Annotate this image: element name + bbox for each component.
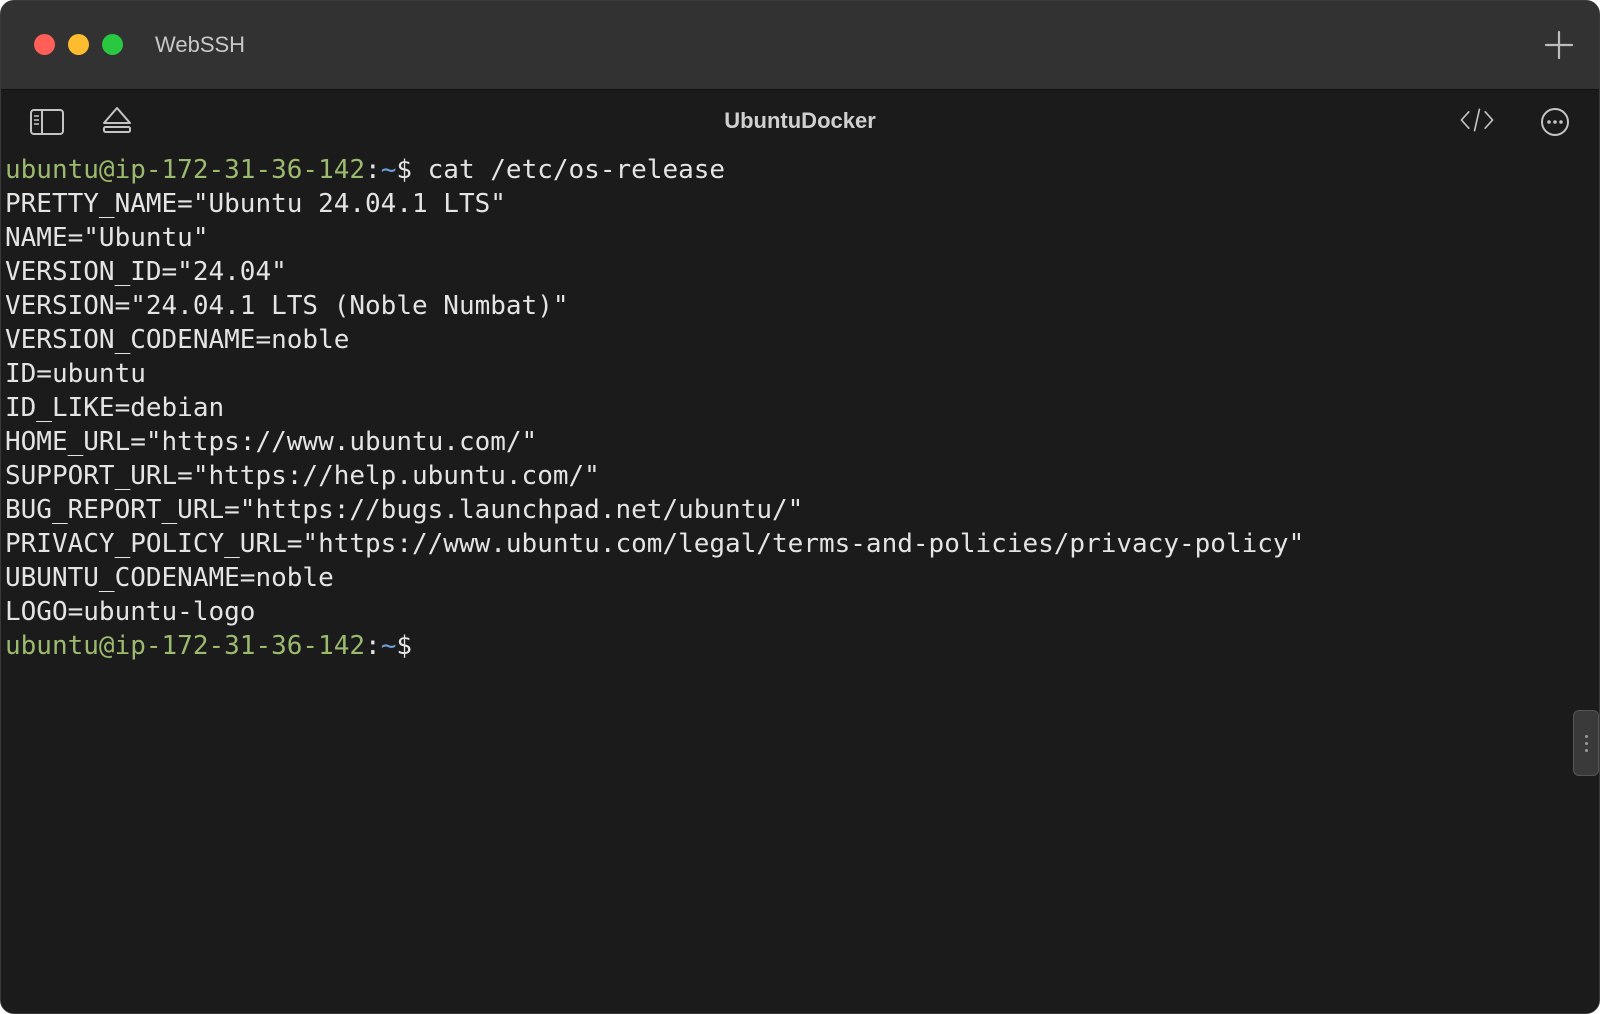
side-panel-handle[interactable] (1573, 710, 1599, 776)
prompt-user-host: ubuntu@ip-172-31-36-142 (5, 631, 366, 661)
output-line: UBUNTU_CODENAME=noble (5, 563, 334, 593)
prompt-line: ubuntu@ip-172-31-36-142:~$ (5, 629, 412, 663)
prompt-user-host: ubuntu@ip-172-31-36-142 (5, 155, 366, 185)
command-text: cat /etc/os-release (412, 155, 726, 185)
plus-icon (1544, 30, 1574, 60)
minimize-window-button[interactable] (68, 34, 89, 55)
output-line: HOME_URL="https://www.ubuntu.com/" (5, 427, 538, 457)
output-line: ID_LIKE=debian (5, 393, 225, 423)
output-line: VERSION_ID="24.04" (5, 257, 287, 287)
output-line: VERSION_CODENAME=noble (5, 325, 350, 355)
prompt-line: ubuntu@ip-172-31-36-142:~$ cat /etc/os-r… (5, 153, 725, 187)
prompt-colon: : (365, 155, 381, 185)
output-line: LOGO=ubuntu-logo (5, 597, 256, 627)
host-title: UbuntuDocker (724, 108, 876, 133)
prompt-symbol: $ (396, 155, 412, 185)
close-window-button[interactable] (34, 34, 55, 55)
prompt-path: ~ (380, 631, 397, 661)
output-line: VERSION="24.04.1 LTS (Noble Numbat)" (5, 291, 569, 321)
toolbar: UbuntuDocker (1, 90, 1599, 154)
new-tab-button[interactable] (1543, 29, 1575, 61)
more-icon (1541, 108, 1569, 136)
output-line: PRIVACY_POLICY_URL="https://www.ubuntu.c… (5, 529, 1305, 559)
prompt-path: ~ (380, 155, 397, 185)
handle-dot (1585, 749, 1588, 752)
maximize-window-button[interactable] (102, 34, 123, 55)
code-icon (1460, 108, 1494, 132)
output-line: PRETTY_NAME="Ubuntu 24.04.1 LTS" (5, 189, 506, 219)
output-line: ID=ubuntu (5, 359, 146, 389)
window-title: WebSSH (155, 32, 246, 57)
output-line: BUG_REPORT_URL="https://bugs.launchpad.n… (5, 495, 804, 525)
output-line: SUPPORT_URL="https://help.ubuntu.com/" (5, 461, 600, 491)
app-window: WebSSH UbuntuDocker ubuntu@ip-172-31-36-… (0, 0, 1600, 1014)
handle-dot (1585, 742, 1588, 745)
snippets-button[interactable] (1459, 102, 1495, 138)
output-line: NAME="Ubuntu" (5, 223, 209, 253)
prompt-colon: : (365, 631, 381, 661)
title-bar: WebSSH (1, 1, 1599, 90)
handle-dot (1585, 735, 1588, 738)
more-options-button[interactable] (1537, 104, 1573, 140)
prompt-symbol: $ (396, 631, 412, 661)
terminal[interactable]: ubuntu@ip-172-31-36-142:~$ cat /etc/os-r… (1, 153, 1599, 1013)
